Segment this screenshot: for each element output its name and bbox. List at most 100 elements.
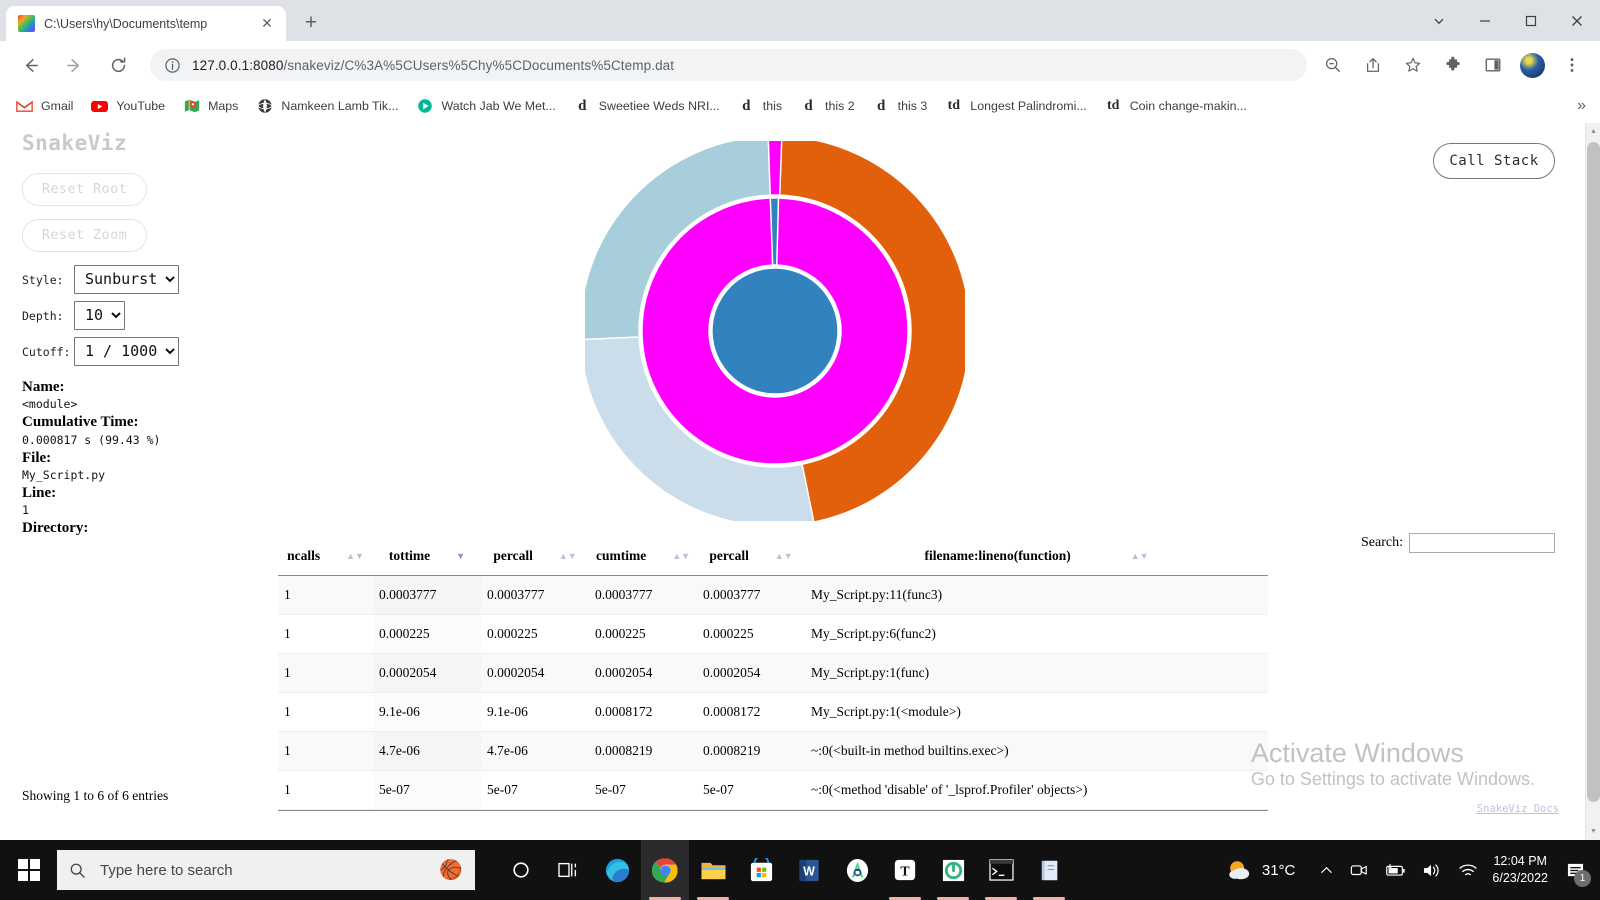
col-header-percall-1[interactable]: percall ▲▼ [481, 538, 589, 576]
bookmark-maps[interactable]: Maps [175, 95, 246, 118]
bookmark-this-3[interactable]: d this 3 [865, 95, 936, 118]
reset-zoom-button[interactable]: Reset Zoom [22, 219, 147, 252]
vertical-scrollbar[interactable]: ▲ ▼ [1585, 123, 1600, 840]
cell-percall2: 5e-07 [697, 770, 805, 810]
taskbar-app-texstudio[interactable]: T [881, 840, 929, 900]
call-stack-button[interactable]: Call Stack [1433, 143, 1555, 179]
scroll-up-arrow-icon[interactable]: ▲ [1586, 123, 1600, 140]
cell-ncalls: 1 [278, 731, 373, 771]
sort-arrow-icon[interactable]: ▲▼ [346, 551, 364, 561]
bookmark-label: Maps [208, 99, 239, 113]
browser-tab[interactable]: C:\Users\hy\Documents\temp ✕ [6, 6, 286, 41]
sunburst-slice[interactable] [711, 267, 839, 395]
bookmark-label: Gmail [41, 99, 74, 113]
sunburst-chart[interactable] [579, 135, 971, 527]
start-button[interactable] [0, 840, 57, 900]
taskbar-app-google-chrome[interactable] [641, 840, 689, 900]
sort-arrow-icon[interactable]: ▲▼ [775, 551, 793, 561]
reset-root-button[interactable]: Reset Root [22, 173, 147, 206]
bookmark-namkeen-lamb-tik[interactable]: Namkeen Lamb Tik... [248, 95, 406, 118]
tray-expand-chevron-up-icon[interactable] [1319, 863, 1334, 878]
back-button-icon[interactable] [13, 48, 47, 82]
col-label: tottime [388, 548, 431, 563]
bookmarks-overflow-icon[interactable]: » [1571, 97, 1592, 115]
col-header-tottime[interactable]: tottime ▼ [373, 538, 481, 576]
chrome-menu-icon[interactable] [1557, 50, 1587, 80]
bookmark-label: this 3 [897, 99, 928, 113]
close-tab-icon[interactable]: ✕ [256, 13, 278, 35]
snakeviz-docs-link[interactable]: SnakeViz Docs [1477, 803, 1559, 815]
tab-strip: C:\Users\hy\Documents\temp ✕ + [0, 0, 1600, 41]
close-window-icon[interactable] [1554, 0, 1600, 41]
notification-center-button[interactable]: 1 [1558, 840, 1592, 900]
zoom-out-icon[interactable] [1318, 50, 1348, 80]
share-icon[interactable] [1358, 50, 1388, 80]
cutoff-select[interactable]: 1 / 1000 [74, 337, 179, 366]
sort-arrow-icon[interactable]: ▲▼ [559, 551, 577, 561]
info-circle-icon[interactable] [164, 57, 181, 74]
taskbar-app-task-view[interactable] [545, 840, 593, 900]
taskbar-app-command-prompt[interactable] [977, 840, 1025, 900]
table-row[interactable]: 1 0.000225 0.000225 0.000225 0.000225 My_Scri… [278, 614, 1268, 654]
maximize-icon[interactable] [1508, 0, 1554, 41]
new-tab-button[interactable]: + [297, 9, 325, 37]
taskbar-app-file-explorer[interactable] [689, 840, 737, 900]
bookmark-star-icon[interactable] [1398, 50, 1428, 80]
sort-arrow-desc-icon[interactable]: ▼ [456, 551, 465, 561]
bookmark-this-2[interactable]: d this 2 [792, 95, 863, 118]
profile-avatar[interactable] [1520, 52, 1545, 78]
table-row[interactable]: 1 0.0003777 0.0003777 0.0003777 0.0003777 My_… [278, 575, 1268, 615]
col-header-cumtime[interactable]: cumtime ▲▼ [589, 538, 697, 576]
table-row[interactable]: 1 0.0002054 0.0002054 0.0002054 0.0002054 My_… [278, 653, 1268, 693]
bookmark-coin-change-making[interactable]: td Coin change-makin... [1097, 95, 1255, 118]
cell-cumtime: 0.0008172 [589, 692, 697, 732]
search-input[interactable] [1409, 533, 1555, 553]
tab-search-chevron-down-icon[interactable] [1416, 0, 1462, 41]
taskbar-app-cortana[interactable] [497, 840, 545, 900]
weather-widget[interactable]: 31°C [1226, 858, 1295, 882]
taskbar-app-android-studio[interactable] [833, 840, 881, 900]
meet-now-camera-icon[interactable] [1350, 862, 1368, 878]
gmail-icon [16, 98, 33, 115]
taskbar-search-box[interactable]: Type here to search 🏀 [57, 850, 475, 890]
battery-charging-icon[interactable] [1384, 863, 1406, 878]
style-select[interactable]: Sunburst [74, 265, 179, 294]
scrollbar-thumb[interactable] [1587, 142, 1600, 802]
docs-icon: d [742, 97, 751, 114]
address-bar[interactable]: 127.0.0.1:8080/snakeviz/C%3A%5CUsers%5Ch… [150, 49, 1307, 81]
sort-arrow-icon[interactable]: ▲▼ [1131, 551, 1149, 561]
table-row[interactable]: 1 4.7e-06 4.7e-06 0.0008219 0.0008219 ~:0(<bu… [278, 731, 1268, 771]
bookmark-youtube[interactable]: YouTube [83, 95, 173, 118]
col-header-percall-2[interactable]: percall ▲▼ [697, 538, 805, 576]
scroll-down-arrow-icon[interactable]: ▼ [1586, 823, 1600, 840]
table-row[interactable]: 1 9.1e-06 9.1e-06 0.0008172 0.0008172 My_Scri… [278, 692, 1268, 732]
forward-button-icon[interactable] [57, 48, 91, 82]
sunburst-slice[interactable] [767, 135, 783, 196]
side-panel-icon[interactable] [1478, 50, 1508, 80]
bookmark-sweetiee-weds-nri[interactable]: d Sweetiee Weds NRI... [566, 95, 728, 118]
taskbar-app-spyder[interactable] [929, 840, 977, 900]
reload-button-icon[interactable] [101, 48, 135, 82]
info-file-value: My_Script.py [22, 467, 106, 482]
minimize-icon[interactable] [1462, 0, 1508, 41]
bookmark-gmail[interactable]: Gmail [8, 95, 81, 118]
taskbar-app-microsoft-word[interactable]: W [785, 840, 833, 900]
extensions-puzzle-icon[interactable] [1438, 50, 1468, 80]
col-header-ncalls[interactable]: ncalls ▲▼ [278, 538, 373, 576]
bookmark-longest-palindromic[interactable]: td Longest Palindromi... [937, 95, 1094, 118]
taskbar-app-microsoft-store[interactable] [737, 840, 785, 900]
td-icon: td [947, 98, 961, 113]
sort-arrow-icon[interactable]: ▲▼ [672, 551, 690, 561]
taskbar-clock[interactable]: 12:04 PM 6/23/2022 [1492, 853, 1548, 887]
taskbar-app-microsoft-edge[interactable] [593, 840, 641, 900]
page-content: SnakeViz Reset Root Reset Zoom Style: Su… [0, 123, 1600, 840]
bookmark-this[interactable]: d this [730, 95, 790, 118]
col-header-filename[interactable]: filename:lineno(function) ▲▼ [805, 538, 1268, 576]
table-search-row: Search: [1361, 533, 1555, 553]
bookmark-watch-jab-we-met[interactable]: Watch Jab We Met... [408, 95, 563, 118]
depth-select[interactable]: 10 [74, 301, 125, 330]
wifi-icon[interactable] [1458, 862, 1478, 879]
table-row[interactable]: 1 5e-07 5e-07 5e-07 5e-07 ~:0(<method 'disabl… [278, 770, 1268, 810]
volume-icon[interactable] [1422, 862, 1442, 879]
taskbar-app-notes[interactable] [1025, 840, 1073, 900]
